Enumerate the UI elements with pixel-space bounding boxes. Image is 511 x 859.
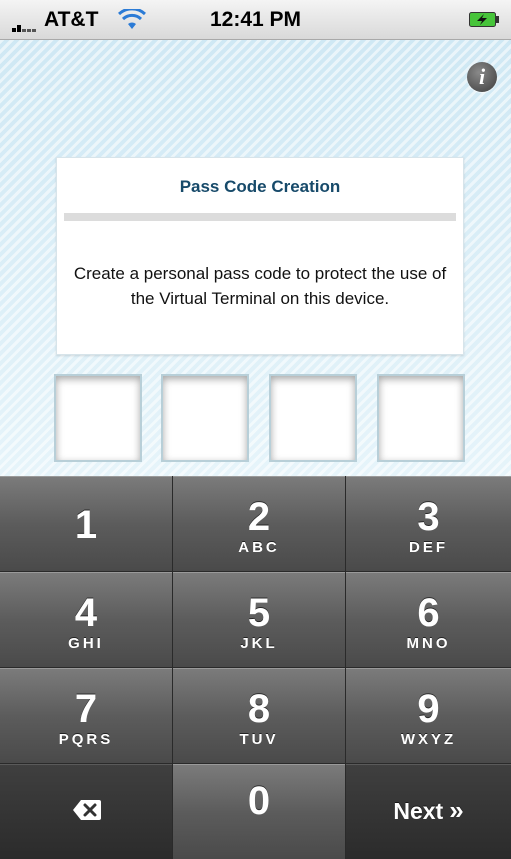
- key-number: 1: [74, 503, 98, 547]
- battery-charging-icon: [469, 12, 499, 27]
- key-6[interactable]: 6 MNO: [346, 572, 511, 667]
- key-5[interactable]: 5 JKL: [173, 572, 345, 667]
- divider: [64, 213, 456, 221]
- info-icon[interactable]: i: [467, 62, 497, 92]
- key-4[interactable]: 4 GHI: [0, 572, 172, 667]
- passcode-digit-1[interactable]: [54, 374, 142, 462]
- key-number: 4: [74, 591, 98, 635]
- key-9[interactable]: 9 WXYZ: [346, 668, 511, 763]
- key-letters: JKL: [240, 635, 278, 652]
- passcode-screen: AT&T 12:41 PM i Pass Code Creation Creat…: [0, 0, 511, 859]
- key-letters: WXYZ: [400, 731, 457, 748]
- key-0[interactable]: 0: [173, 764, 345, 859]
- backspace-icon: [73, 800, 101, 820]
- status-time: 12:41 PM: [209, 8, 302, 31]
- key-3[interactable]: 3 DEF: [346, 476, 511, 571]
- next-button[interactable]: Next»: [346, 764, 511, 859]
- key-letters: ABC: [238, 539, 280, 556]
- key-7[interactable]: 7 PQRS: [0, 668, 172, 763]
- key-number: 8: [247, 687, 271, 731]
- instruction-text: Create a personal pass code to protect t…: [73, 264, 447, 308]
- key-number: 7: [74, 687, 98, 731]
- passcode-digit-4[interactable]: [377, 374, 465, 462]
- key-2[interactable]: 2 ABC: [173, 476, 345, 571]
- next-button-label: Next»: [346, 795, 511, 826]
- status-bar: AT&T 12:41 PM: [0, 0, 511, 40]
- key-letters: PQRS: [58, 731, 114, 748]
- key-number: 0: [247, 779, 271, 823]
- key-letters: MNO: [406, 635, 451, 652]
- key-number: 9: [417, 687, 440, 731]
- delete-button[interactable]: [0, 764, 172, 859]
- key-letters: TUV: [239, 731, 279, 748]
- key-8[interactable]: 8 TUV: [173, 668, 345, 763]
- passcode-digit-2[interactable]: [161, 374, 249, 462]
- double-chevron-right-icon: »: [449, 795, 464, 825]
- page-title: Pass Code Creation: [179, 177, 341, 196]
- passcode-info-card: Pass Code Creation Create a personal pas…: [56, 157, 464, 355]
- key-1[interactable]: 1: [0, 476, 172, 571]
- key-letters: GHI: [68, 635, 104, 652]
- content-area: i Pass Code Creation Create a personal p…: [0, 40, 511, 476]
- key-letters: DEF: [409, 539, 448, 556]
- key-number: 5: [247, 591, 271, 635]
- passcode-digit-3[interactable]: [269, 374, 357, 462]
- next-label-text: Next: [393, 798, 444, 824]
- numeric-keypad: 1 2 ABC 3 DEF 4 GHI 5 JKL 6 MNO 7 PQRS 8…: [0, 476, 511, 859]
- key-number: 3: [417, 495, 440, 539]
- key-number: 6: [417, 591, 440, 635]
- key-number: 2: [247, 495, 271, 539]
